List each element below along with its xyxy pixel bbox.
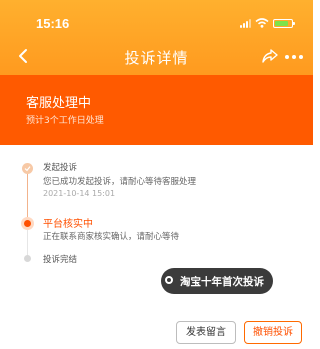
step-done-icon [22,163,33,174]
status-time: 15:16 [36,16,70,31]
wifi-icon [255,18,269,28]
share-icon[interactable] [260,46,280,66]
tip-text: 淘宝十年首次投诉 [180,276,264,288]
step-title: 平台核实中 [43,219,93,230]
step-title: 投诉完结 [43,255,78,265]
nav-bar: 投诉详情 [0,42,313,72]
banner-title: 客服处理中 [26,96,92,111]
cancel-complaint-button[interactable]: 撤销投诉 [244,321,302,344]
banner-subtitle: 预计3个工作日处理 [26,116,104,126]
step-title: 发起投诉 [43,163,78,173]
step-current-icon [21,217,34,230]
tip-bubble[interactable]: 淘宝十年首次投诉 [161,268,273,294]
step-description: 正在联系商家核实确认，请耐心等待 [43,232,180,242]
more-icon[interactable] [285,55,303,61]
step-timestamp: 2021-10-14 15:01 [43,189,116,198]
comment-button[interactable]: 发表留言 [176,321,236,344]
battery-icon [273,18,295,28]
step-description: 您已成功发起投诉，请耐心等待客服处理 [43,177,197,187]
timeline-line [27,173,28,220]
status-icons [240,17,295,29]
header: 15:16 投诉详情 [0,0,313,75]
signal-icon [240,18,251,28]
timeline-line [27,229,28,257]
step-pending-icon [24,255,31,262]
status-banner: 客服处理中 预计3个工作日处理 [0,75,313,145]
tip-ring-icon [165,276,173,284]
